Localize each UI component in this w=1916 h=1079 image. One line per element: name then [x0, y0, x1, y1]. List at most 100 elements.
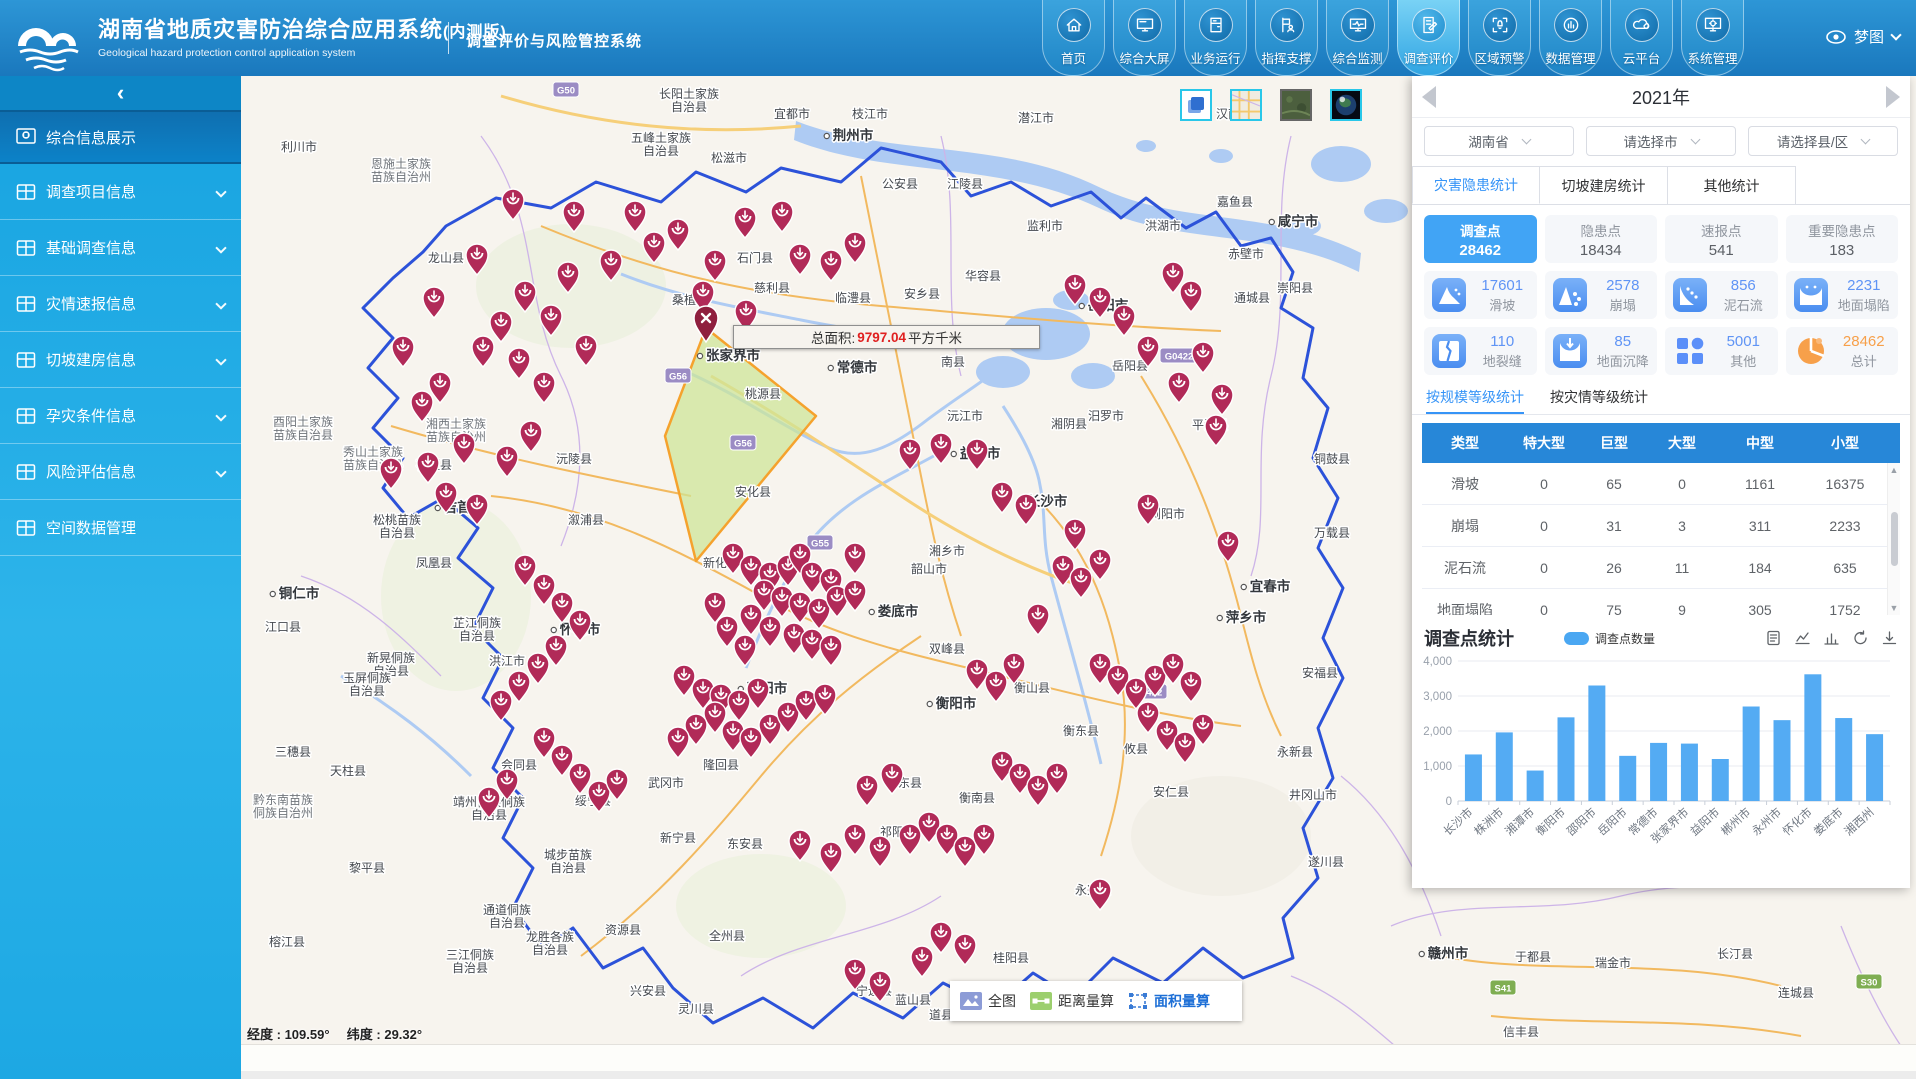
- hazard-pin[interactable]: [1217, 531, 1239, 562]
- sub-tab-1[interactable]: 按灾情等级统计: [1550, 387, 1648, 414]
- hazard-pin[interactable]: [1064, 519, 1086, 550]
- nav-item-cloud[interactable]: 云平台: [1610, 0, 1673, 76]
- hazard-pin[interactable]: [520, 421, 542, 452]
- nav-item-monitor[interactable]: 综合监测: [1326, 0, 1389, 76]
- type-card-total[interactable]: 28462总计: [1786, 327, 1899, 375]
- year-next-button[interactable]: [1886, 86, 1900, 108]
- hazard-pin[interactable]: [966, 439, 988, 470]
- hazard-pin[interactable]: [771, 201, 793, 232]
- hazard-pin[interactable]: [844, 824, 866, 855]
- hazard-pin[interactable]: [508, 348, 530, 379]
- hazard-pin[interactable]: [930, 922, 952, 953]
- hazard-pin[interactable]: [496, 446, 518, 477]
- hazard-pin[interactable]: [533, 372, 555, 403]
- sidebar-collapse-button[interactable]: ‹: [0, 76, 241, 110]
- sidebar-item-1[interactable]: 调查项目信息: [0, 164, 241, 220]
- summary-card-1[interactable]: 隐患点18434: [1545, 215, 1658, 263]
- bar-岳阳市[interactable]: [1619, 756, 1636, 801]
- hazard-pin[interactable]: [954, 934, 976, 965]
- hazard-pin[interactable]: [1180, 671, 1202, 702]
- hazard-pin[interactable]: [869, 836, 891, 867]
- nav-item-support[interactable]: 指挥支撑: [1255, 0, 1318, 76]
- hazard-pin[interactable]: [490, 311, 512, 342]
- bar-衡阳市[interactable]: [1558, 717, 1575, 801]
- hazard-pin[interactable]: [453, 433, 475, 464]
- type-card-landslide[interactable]: 17601滑坡: [1424, 271, 1537, 319]
- bar-株洲市[interactable]: [1496, 732, 1513, 801]
- hazard-pin[interactable]: [380, 458, 402, 489]
- hazard-pin[interactable]: [1027, 604, 1049, 635]
- hazard-pin[interactable]: [1027, 775, 1049, 806]
- hazard-pin[interactable]: [667, 727, 689, 758]
- layer-control-street-map[interactable]: [1230, 89, 1262, 121]
- tab-0[interactable]: 灾害隐患统计: [1412, 166, 1540, 204]
- sidebar-item-4[interactable]: 切坡建房信息: [0, 332, 241, 388]
- nav-item-data[interactable]: 数据管理: [1539, 0, 1602, 76]
- bar-怀化市[interactable]: [1804, 674, 1821, 801]
- hazard-pin[interactable]: [789, 830, 811, 861]
- type-card-crack[interactable]: 110地裂缝: [1424, 327, 1537, 375]
- hazard-pin[interactable]: [1168, 372, 1190, 403]
- hazard-pin[interactable]: [820, 250, 842, 281]
- region-select-2[interactable]: 请选择县/区: [1748, 126, 1898, 156]
- hazard-pin[interactable]: [1113, 305, 1135, 336]
- sub-tab-0[interactable]: 按规模等级统计: [1426, 387, 1524, 414]
- hazard-pin[interactable]: [472, 336, 494, 367]
- bar-邵阳市[interactable]: [1588, 686, 1605, 802]
- chart-tool-line[interactable]: [1794, 630, 1811, 646]
- hazard-pin[interactable]: [820, 635, 842, 666]
- bar-常德市[interactable]: [1650, 743, 1667, 801]
- summary-card-2[interactable]: 速报点541: [1665, 215, 1778, 263]
- sidebar-item-0[interactable]: 综合信息展示: [0, 110, 241, 164]
- hazard-pin[interactable]: [844, 543, 866, 574]
- year-prev-button[interactable]: [1422, 86, 1436, 108]
- hazard-pin[interactable]: [1205, 415, 1227, 446]
- type-card-subsidence[interactable]: 2231地面塌陷: [1786, 271, 1899, 319]
- hazard-pin[interactable]: [814, 684, 836, 715]
- type-card-collapse[interactable]: 2578崩塌: [1545, 271, 1658, 319]
- summary-card-3[interactable]: 重要隐患点183: [1786, 215, 1899, 263]
- hazard-pin[interactable]: [1192, 342, 1214, 373]
- hazard-pin[interactable]: [624, 201, 646, 232]
- chart-tool-bar[interactable]: [1823, 630, 1840, 646]
- sidebar-item-3[interactable]: 灾情速报信息: [0, 276, 241, 332]
- hazard-pin[interactable]: [704, 250, 726, 281]
- hazard-pin[interactable]: [789, 244, 811, 275]
- hazard-pin[interactable]: [1070, 567, 1092, 598]
- layer-control-layers[interactable]: [1180, 89, 1212, 121]
- chart-tool-download[interactable]: [1881, 630, 1898, 646]
- nav-item-system[interactable]: 系统管理: [1681, 0, 1744, 76]
- layer-control-satellite[interactable]: [1280, 89, 1312, 121]
- hazard-pin[interactable]: [954, 836, 976, 867]
- table-scrollbar[interactable]: ▲▼: [1887, 463, 1900, 615]
- bar-永州市[interactable]: [1774, 720, 1791, 801]
- sidebar-item-5[interactable]: 孕灾条件信息: [0, 388, 241, 444]
- tab-2[interactable]: 其他统计: [1668, 166, 1796, 204]
- hazard-pin[interactable]: [734, 635, 756, 666]
- hazard-pin[interactable]: [899, 824, 921, 855]
- hazard-pin[interactable]: [575, 335, 597, 366]
- type-card-other[interactable]: 5001其他: [1665, 327, 1778, 375]
- hazard-pin[interactable]: [417, 452, 439, 483]
- nav-item-warning[interactable]: 区域预警: [1468, 0, 1531, 76]
- nav-item-screen[interactable]: 综合大屏: [1113, 0, 1176, 76]
- tab-1[interactable]: 切坡建房统计: [1540, 166, 1668, 204]
- bar-益阳市[interactable]: [1712, 759, 1729, 801]
- summary-card-0[interactable]: 调查点28462: [1424, 215, 1537, 263]
- hazard-pin[interactable]: [740, 727, 762, 758]
- type-card-debris[interactable]: 856泥石流: [1665, 271, 1778, 319]
- region-select-1[interactable]: 请选择市: [1586, 126, 1736, 156]
- hazard-pin[interactable]: [1089, 287, 1111, 318]
- hazard-pin[interactable]: [490, 690, 512, 721]
- bar-长沙市[interactable]: [1465, 754, 1482, 801]
- hazard-pin[interactable]: [667, 219, 689, 250]
- user-menu[interactable]: 梦图: [1826, 26, 1900, 47]
- chart-tool-doc[interactable]: [1765, 630, 1782, 646]
- nav-item-home[interactable]: 首页: [1042, 0, 1105, 76]
- hazard-pin[interactable]: [856, 775, 878, 806]
- hazard-pin[interactable]: [502, 189, 524, 220]
- layer-control-globe[interactable]: [1330, 89, 1362, 121]
- hazard-pin[interactable]: [930, 433, 952, 464]
- nav-item-box[interactable]: 业务运行: [1184, 0, 1247, 76]
- hazard-pin[interactable]: [985, 671, 1007, 702]
